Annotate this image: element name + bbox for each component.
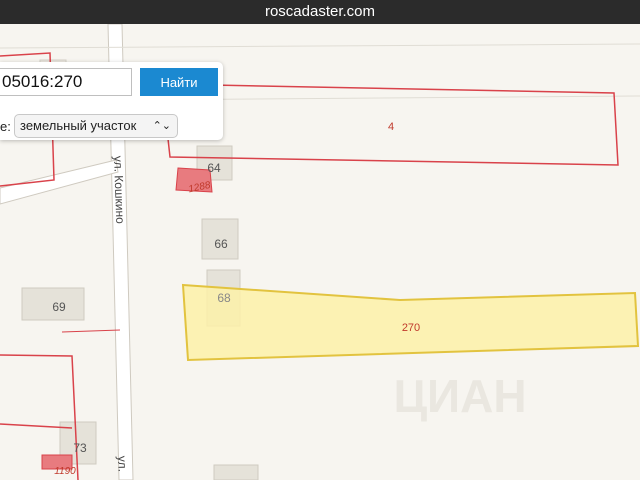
house-number-68: 68: [217, 291, 231, 305]
browser-address-bar[interactable]: roscadaster.com: [0, 0, 640, 24]
cadastral-number-input[interactable]: [0, 68, 132, 96]
object-type-select[interactable]: земельный участок ⌃⌄: [14, 114, 178, 138]
building: [213, 464, 259, 480]
object-type-value: земельный участок: [20, 118, 137, 133]
parcel-label-270: 270: [402, 322, 420, 334]
watermark-text: ЦИАН: [393, 370, 526, 422]
house-number-66: 66: [214, 237, 228, 251]
road-cross: [0, 159, 119, 205]
house-number-69: 69: [52, 300, 66, 314]
parcel-label-4: 4: [388, 121, 394, 133]
parcel-label-1190: 1190: [54, 466, 76, 477]
street-label-koshkino: ул. Кошкино: [111, 156, 127, 225]
map-line: [0, 43, 640, 49]
object-type-label: e:: [0, 119, 11, 134]
url-text: roscadaster.com: [264, 3, 376, 20]
find-button[interactable]: Найти: [140, 68, 218, 96]
street-label: ул.: [115, 456, 130, 473]
chevron-updown-icon: ⌃⌄: [152, 120, 171, 132]
house-number-73: 73: [73, 441, 87, 455]
house-number-64: 64: [207, 161, 221, 175]
parcel-outline: [61, 329, 121, 333]
